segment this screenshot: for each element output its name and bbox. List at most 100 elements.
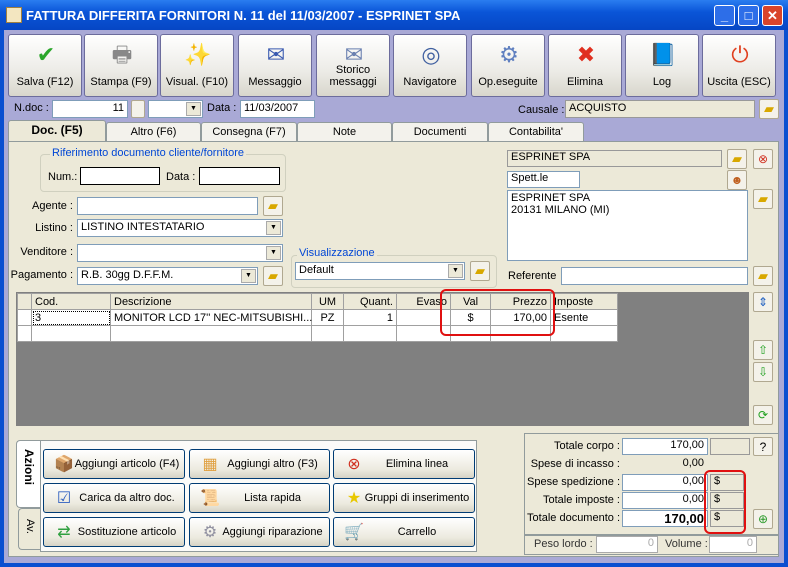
referente-input[interactable] (561, 267, 748, 285)
toolbar-button-label: Messaggio (248, 76, 302, 88)
column-header[interactable]: Cod. (31, 293, 111, 310)
toolbar-button-1[interactable]: 🖶 Stampa (F9) (84, 34, 158, 97)
causale-folder-icon[interactable]: ▰ (759, 99, 779, 119)
refresh-rows-icon[interactable]: ⟳ (753, 405, 773, 425)
venditore-select[interactable]: ▼ (77, 244, 283, 262)
help-button[interactable]: ? (753, 437, 773, 456)
star-add-icon: ★ (346, 490, 362, 507)
row-indicator[interactable] (17, 309, 32, 326)
documento-value[interactable]: 170,00 (622, 510, 708, 527)
pagamento-select[interactable]: R.B. 30gg D.F.F.M. ▼ (77, 267, 258, 285)
listino-select[interactable]: LISTINO INTESTATARIO ▼ (77, 219, 283, 237)
toolbar-button-9[interactable]: ⏻ Uscita (ESC) (702, 34, 776, 97)
minimize-button[interactable]: _ (714, 5, 735, 26)
column-header[interactable]: Descrizione (110, 293, 312, 310)
incasso-label: Spese di incasso : (530, 458, 620, 470)
agente-input[interactable] (77, 197, 258, 215)
action-label: Lista rapida (244, 492, 301, 504)
toolbar-button-4[interactable]: ✉ Storico messaggi (316, 34, 390, 97)
volume-input[interactable]: 0 (709, 536, 757, 553)
column-header[interactable]: Imposte (550, 293, 618, 310)
date-input[interactable]: 11/03/2007 (240, 100, 315, 118)
column-header[interactable]: UM (311, 293, 344, 310)
visualizzazione-folder-icon[interactable]: ▰ (470, 261, 490, 281)
move-up-icon[interactable]: ⇧ (753, 340, 773, 360)
ndoc-label: N.doc : (14, 102, 49, 114)
causale-input[interactable]: ACQUISTO (565, 100, 755, 118)
toolbar-button-5[interactable]: ◎ Navigatore (393, 34, 467, 97)
action-button-0[interactable]: 📦 Aggiungi articolo (F4) (43, 449, 185, 479)
tab-5[interactable]: Contabilita' (488, 122, 584, 142)
ndoc-spin-button[interactable] (131, 100, 145, 118)
action-button-6[interactable]: ⇄ Sostituzione articolo (43, 517, 185, 547)
action-button-8[interactable]: 🛒 Carrello (333, 517, 475, 547)
column-header[interactable]: Quant. (343, 293, 397, 310)
tab-3[interactable]: Note (297, 122, 392, 142)
tab-2[interactable]: Consegna (F7) (201, 122, 297, 142)
corpo-label: Totale corpo : (553, 440, 620, 452)
close-button[interactable]: ✕ (762, 5, 783, 26)
pagamento-folder-icon[interactable]: ▰ (263, 266, 283, 286)
num-label: Num.: (48, 171, 78, 183)
cliente-clear-icon[interactable]: ⊗ (753, 149, 773, 169)
tab-avanzate[interactable]: Av. (18, 508, 40, 550)
address-folder-icon[interactable]: ▰ (753, 189, 773, 209)
window-title: FATTURA DIFFERITA FORNITORI N. 11 del 11… (26, 8, 461, 23)
action-button-1[interactable]: ▦ Aggiungi altro (F3) (189, 449, 330, 479)
visualizzazione-value: Default (299, 264, 334, 276)
action-button-5[interactable]: ★ Gruppi di inserimento (333, 483, 475, 513)
cell[interactable]: MONITOR LCD 17'' NEC-MITSUBISHI... (110, 309, 312, 326)
address-textarea[interactable]: ESPRINET SPA 20131 MILANO (MI) (507, 190, 748, 261)
riferimento-title: Riferimento documento cliente/fornitore (50, 147, 246, 159)
ndoc-input[interactable]: 11 (52, 100, 128, 118)
peso-label: Peso lordo : (534, 538, 593, 550)
cell[interactable]: PZ (311, 309, 344, 326)
delete-line-icon: ⊗ (347, 456, 361, 473)
toolbar-button-8[interactable]: 📘 Log (625, 34, 699, 97)
action-button-4[interactable]: 📜 Lista rapida (189, 483, 330, 513)
spett-input[interactable]: Spett.le (507, 171, 580, 188)
action-button-2[interactable]: ⊗ Elimina linea (333, 449, 475, 479)
spedizione-value[interactable]: 0,00 (622, 474, 708, 491)
corpo-value[interactable]: 170,00 (622, 438, 708, 455)
cell[interactable]: 3 (31, 309, 111, 326)
app-icon (6, 7, 22, 23)
highlight-box-currency (704, 470, 746, 534)
imposte-value[interactable]: 0,00 (622, 492, 708, 509)
agente-label: Agente : (32, 200, 73, 212)
contact-person-icon[interactable]: ☻ (727, 170, 747, 190)
delete-x-icon: ✖ (576, 42, 596, 67)
num-input[interactable] (80, 167, 160, 185)
tab-0[interactable]: Doc. (F5) (8, 120, 106, 143)
toolbar-button-7[interactable]: ✖ Elimina (548, 34, 622, 97)
referente-folder-icon[interactable]: ▰ (753, 266, 773, 286)
toolbar-button-6[interactable]: ⚙ Op.eseguite (471, 34, 545, 97)
rif-data-input[interactable] (199, 167, 280, 185)
action-label: Elimina linea (385, 458, 449, 470)
agente-folder-icon[interactable]: ▰ (263, 196, 283, 216)
toolbar-button-3[interactable]: ✉ Messaggio (238, 34, 312, 97)
action-button-3[interactable]: ☑ Carica da altro doc. (43, 483, 185, 513)
toolbar-button-label: Visual. (F10) (165, 76, 229, 88)
toolbar-button-2[interactable]: ✨ Visual. (F10) (160, 34, 234, 97)
peso-input[interactable]: 0 (596, 536, 658, 553)
cell[interactable]: 1 (343, 309, 397, 326)
toolbar-button-0[interactable]: ✔ Salva (F12) (8, 34, 82, 97)
tab-1[interactable]: Altro (F6) (106, 122, 201, 142)
visualizzazione-select[interactable]: Default ▼ (295, 262, 465, 280)
ndoc-suffix-select[interactable]: ▼ (148, 100, 203, 118)
cell[interactable]: Esente (550, 309, 618, 326)
cliente-folder-icon[interactable]: ▰ (727, 149, 747, 169)
move-row-icon[interactable]: ⇕ (753, 292, 773, 312)
action-button-7[interactable]: ⚙ Aggiungi riparazione (189, 517, 330, 547)
cliente-name-input[interactable]: ESPRINET SPA (507, 150, 722, 167)
move-down-icon[interactable]: ⇩ (753, 362, 773, 382)
tab-azioni[interactable]: Azioni (16, 440, 40, 508)
documento-label: Totale documento : (527, 512, 620, 524)
tab-4[interactable]: Documenti (392, 122, 488, 142)
highlight-box-price (440, 289, 555, 336)
maximize-button[interactable]: □ (738, 5, 759, 26)
check-icon: ✔ (36, 42, 56, 67)
action-label: Carica da altro doc. (79, 492, 175, 504)
zoom-in-icon[interactable]: ⊕ (753, 509, 773, 529)
